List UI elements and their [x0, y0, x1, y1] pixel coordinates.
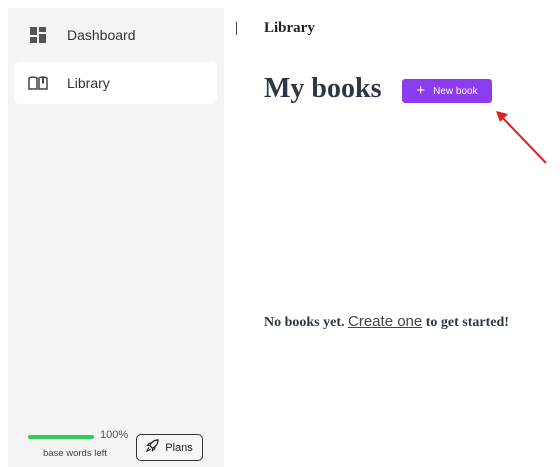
words-left-label: base words left: [43, 448, 107, 459]
sidebar-item-label: Dashboard: [67, 27, 136, 43]
open-book-icon: [28, 73, 48, 93]
new-book-button-label: New book: [433, 85, 478, 97]
create-one-link[interactable]: Create one: [348, 313, 422, 330]
annotation-arrow-icon: [496, 111, 547, 164]
usage-progress-fill: [28, 435, 94, 439]
usage-percent: 100%: [100, 429, 129, 441]
empty-state-prefix: No books yet.: [264, 315, 345, 330]
empty-state-suffix: to get started!: [425, 315, 509, 330]
usage-panel: 100% base words left Plans: [8, 417, 224, 467]
sidebar: Dashboard Library 100% base words left P…: [8, 8, 224, 467]
empty-state-message: No books yet. Create one to get started!: [264, 313, 509, 331]
rocket-icon: [145, 438, 159, 457]
sidebar-item-dashboard[interactable]: Dashboard: [14, 14, 217, 56]
plans-button-label: Plans: [165, 441, 193, 454]
plans-button[interactable]: Plans: [136, 434, 203, 461]
usage-progress-bar: [28, 435, 94, 439]
new-book-button[interactable]: + New book: [402, 79, 492, 103]
sidebar-item-library[interactable]: Library: [14, 62, 217, 104]
breadcrumb: Library: [264, 20, 315, 36]
page-title: My books: [264, 73, 382, 104]
header-divider: [236, 22, 237, 35]
sidebar-item-label: Library: [67, 75, 110, 91]
dashboard-grid-icon: [28, 25, 48, 45]
plus-icon: +: [416, 82, 426, 99]
